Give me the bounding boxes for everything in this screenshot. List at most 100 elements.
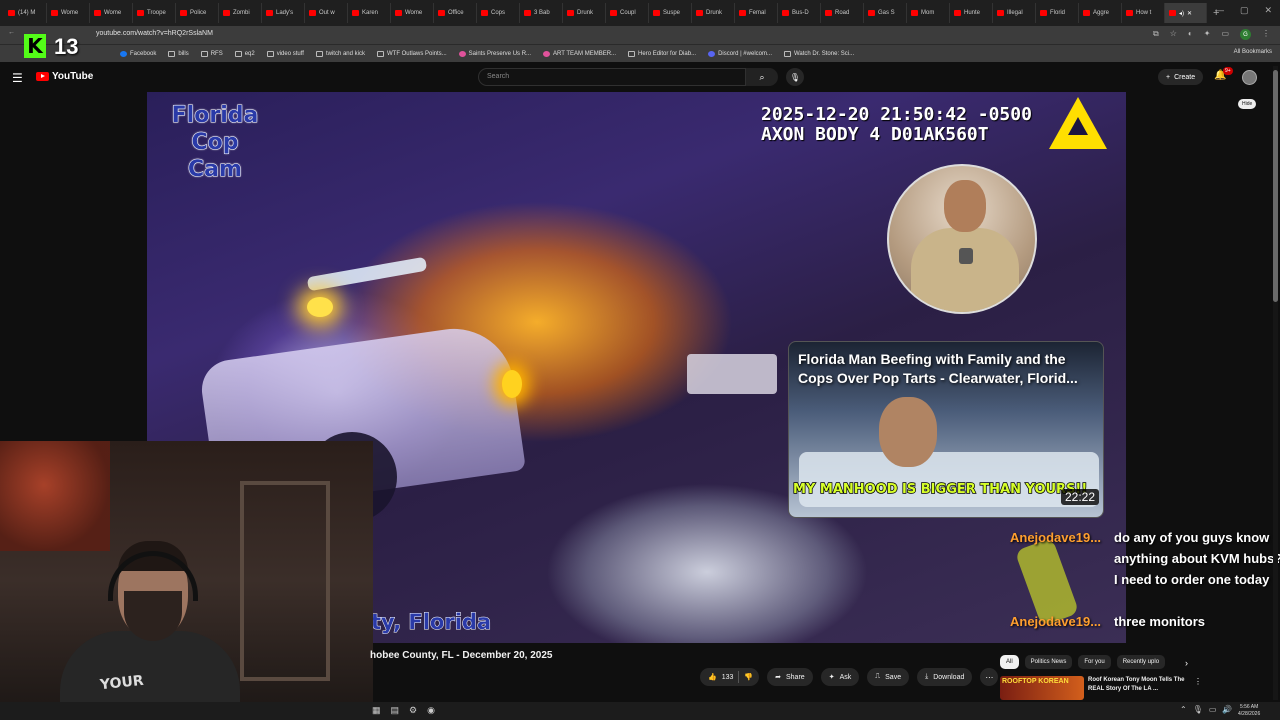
more-actions-button[interactable]: ⋯ (980, 668, 999, 686)
browser-tab[interactable]: Office (434, 3, 477, 23)
extension-icon[interactable]: ◐ (1188, 29, 1193, 40)
ask-button[interactable]: ✦ Ask (820, 668, 860, 686)
bookmark-wtf-outlaws[interactable]: WTF Outlaws Points... (376, 50, 447, 57)
browser-tab[interactable]: Suspe (649, 3, 692, 23)
voice-search-button[interactable]: 🎙 (786, 68, 804, 86)
sidebar-video-title[interactable]: Roof Korean Tony Moon Tells The REAL Sto… (1088, 676, 1188, 694)
network-icon[interactable]: ▭ (1209, 705, 1217, 714)
browser-tab[interactable]: Zombi (219, 3, 262, 23)
account-avatar[interactable] (1242, 70, 1257, 85)
browser-tab[interactable]: Troope (133, 3, 176, 23)
obs-icon[interactable]: ◉ (427, 705, 435, 716)
maximize-icon[interactable]: ▢ (1240, 5, 1249, 16)
sidebar-icon[interactable]: ▭ (1221, 29, 1229, 40)
search-input[interactable]: Search (478, 68, 746, 86)
close-window-icon[interactable]: ✕ (1264, 5, 1272, 16)
bookmark-discord[interactable]: Discord | #welcom... (708, 50, 772, 57)
volume-icon[interactable]: 🔊 (1222, 705, 1232, 714)
calendar-icon[interactable]: ▤ (391, 705, 400, 716)
browser-tab[interactable]: Femal (735, 3, 778, 23)
like-button[interactable]: 👍 133 👎 (700, 668, 760, 686)
youtube-masthead: ☰ YouTube Search ⌕ 🎙 + Create 🔔 9+ (0, 63, 1280, 91)
browser-tab[interactable]: Hunte (950, 3, 993, 23)
folder-icon (315, 50, 323, 57)
browser-tab[interactable]: Coupl (606, 3, 649, 23)
bookmark-eq2[interactable]: eq2 (234, 50, 255, 57)
install-icon[interactable]: ⧉ (1153, 29, 1159, 40)
browser-tab[interactable]: Drunk (692, 3, 735, 23)
browser-tab[interactable]: Cops (477, 3, 520, 23)
tab-label: Florid (1050, 10, 1066, 16)
youtube-favicon-icon (782, 10, 789, 16)
chevron-right-icon[interactable]: › (1185, 658, 1188, 668)
mic-tray-icon[interactable]: 🎙 (1193, 705, 1203, 714)
search-button[interactable]: ⌕ (746, 68, 778, 86)
browser-tab[interactable]: Illegal (993, 3, 1036, 23)
browser-tab[interactable]: Mom (907, 3, 950, 23)
browser-tab[interactable]: Bus-D (778, 3, 821, 23)
create-button[interactable]: + Create (1158, 69, 1204, 85)
menu-kebab-icon[interactable]: ⋮ (1262, 29, 1270, 40)
browser-tab[interactable]: Police (176, 3, 219, 23)
browser-tab[interactable]: Drunk (563, 3, 606, 23)
back-icon[interactable]: ← (8, 29, 15, 36)
browser-tab-active[interactable]: ◂) ✕ (1165, 3, 1207, 23)
recommended-video-card[interactable]: Florida Man Beefing with Family and the … (788, 341, 1104, 518)
all-bookmarks-button[interactable]: All Bookmarks (1234, 49, 1272, 55)
download-button[interactable]: ⤓ Download (917, 668, 973, 686)
like-count: 133 (721, 673, 734, 681)
bookmark-saints[interactable]: Saints Preserve Us R... (458, 50, 531, 57)
settings-gear-icon[interactable]: ⚙ (409, 705, 417, 716)
bookmark-dr-stone[interactable]: Watch Dr. Stone: Sci... (783, 50, 854, 57)
taskbar-clock[interactable]: 5:56 AM 4/28/2026 (1238, 704, 1260, 718)
minimize-icon[interactable]: — (1215, 5, 1224, 16)
hamburger-menu-icon[interactable]: ☰ (12, 71, 23, 85)
scroll-thumb[interactable] (1273, 70, 1278, 302)
bookmark-bills[interactable]: bills (168, 50, 189, 57)
file-explorer-icon[interactable]: ▦ (372, 705, 381, 716)
hide-chat-chip[interactable]: Hide (1238, 99, 1257, 109)
youtube-logo[interactable]: YouTube (36, 71, 93, 82)
bookmark-facebook[interactable]: Facebook (120, 50, 156, 57)
browser-tab[interactable]: Wome (391, 3, 434, 23)
chip-for-you[interactable]: For you (1078, 655, 1111, 669)
browser-tab[interactable]: Road (821, 3, 864, 23)
bookmark-video-stuff[interactable]: video stuff (266, 50, 304, 57)
chevron-up-icon[interactable]: ⌃ (1180, 705, 1187, 714)
browser-tab[interactable]: Out w (305, 3, 348, 23)
share-button[interactable]: ➦ Share (767, 668, 813, 686)
bookmark-art-team[interactable]: ART TEAM MEMBER... (543, 50, 616, 57)
bookmark-twitch-kick[interactable]: twitch and kick (315, 50, 365, 57)
tab-label: Aggre (1093, 10, 1110, 16)
chip-recently-uploaded[interactable]: Recently uplo (1116, 655, 1166, 669)
chip-politics-news[interactable]: Politics News (1024, 655, 1073, 669)
extensions-puzzle-icon[interactable]: ✦ (1204, 29, 1211, 40)
bookmark-star-icon[interactable]: ☆ (1170, 29, 1177, 40)
browser-tab[interactable]: Wome (47, 3, 90, 23)
browser-tab[interactable]: How t (1122, 3, 1165, 23)
profile-avatar[interactable]: G (1240, 29, 1251, 40)
browser-tab[interactable]: Wome (90, 3, 133, 23)
chip-all[interactable]: All (1000, 655, 1019, 669)
browser-tab[interactable]: Karen (348, 3, 391, 23)
youtube-favicon-icon (524, 10, 531, 16)
close-tab-icon[interactable]: ✕ (1187, 10, 1192, 17)
sidebar-video-menu-icon[interactable]: ⋮ (1194, 677, 1202, 686)
bookmark-hero-editor[interactable]: Hero Editor for Diab... (628, 50, 696, 57)
save-button[interactable]: ⎍ Save (867, 668, 910, 686)
thumbs-down-icon[interactable]: 👎 (744, 673, 753, 681)
browser-tab[interactable]: 3 Bab (520, 3, 563, 23)
page-scrollbar[interactable] (1273, 66, 1278, 700)
browser-tab[interactable]: Aggre (1079, 3, 1122, 23)
browser-tab[interactable]: Lady's (262, 3, 305, 23)
bookmark-rfs[interactable]: RFS (200, 50, 223, 57)
tab-label: Illegal (1007, 10, 1023, 16)
browser-tab[interactable]: Gas S (864, 3, 907, 23)
browser-tab[interactable]: Florid (1036, 3, 1079, 23)
sidebar-video-thumbnail[interactable]: ROOFTOP KOREAN (1000, 676, 1084, 700)
youtube-favicon-icon (997, 10, 1004, 16)
url-field[interactable]: youtube.com/watch?v=hRQ2rSslaNM (96, 30, 213, 37)
download-icon: ⤓ (925, 673, 929, 680)
youtube-favicon-icon (266, 10, 273, 16)
browser-tab[interactable]: (14) M (4, 3, 47, 23)
